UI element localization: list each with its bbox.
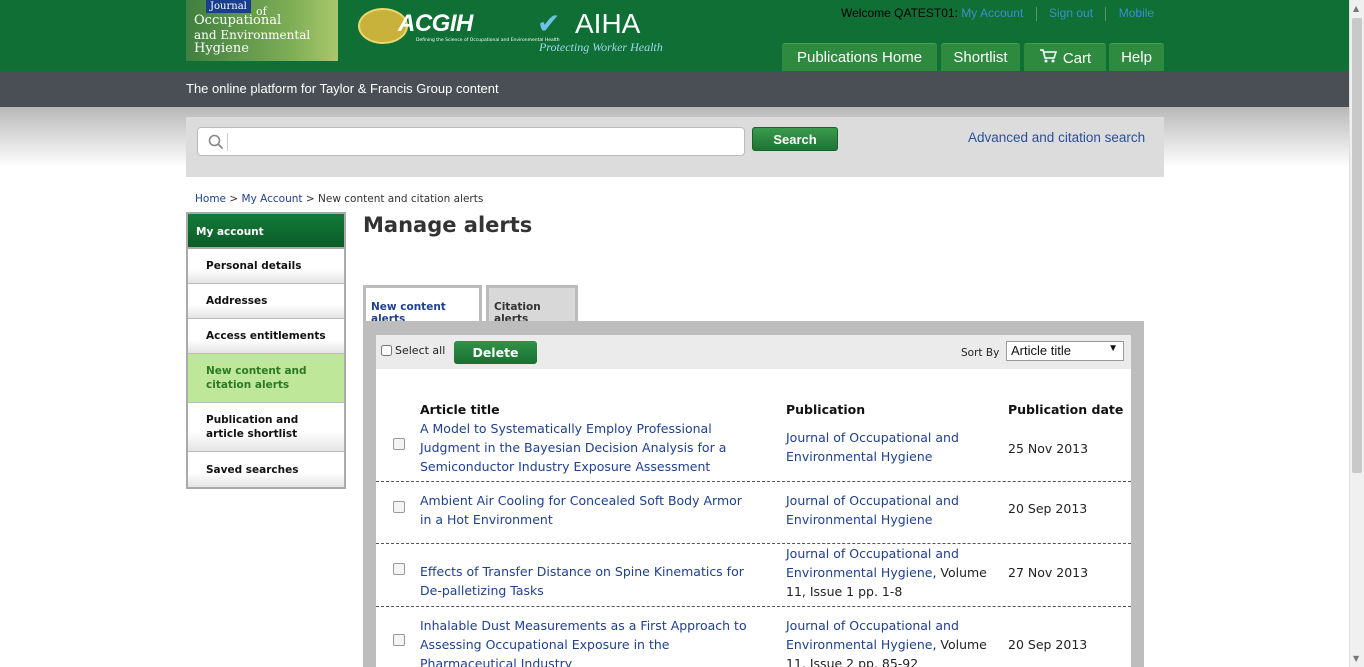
search-panel: Search Advanced and citation search [186, 117, 1164, 177]
welcome-text: Welcome QATEST01: [841, 6, 958, 20]
publication-link[interactable]: Journal of Occupational and Environmenta… [786, 491, 996, 529]
acgih-logo[interactable]: ACGIH Defining the Science of Occupation… [358, 8, 560, 50]
publication-link[interactable]: Journal of Occupational and Environmenta… [786, 428, 996, 466]
delete-button[interactable]: Delete [454, 341, 537, 364]
search-button[interactable]: Search [752, 127, 838, 151]
publication-date: 20 Sep 2013 [1008, 501, 1088, 516]
search-icon [204, 133, 228, 151]
divider [1035, 6, 1037, 21]
user-links: Welcome QATEST01: My Account Sign out Mo… [841, 6, 1154, 21]
account-sidebar: My account Personal details Addresses Ac… [186, 212, 346, 489]
publication-date: 27 Nov 2013 [1008, 565, 1089, 580]
header-bar: Journal of Occupational and Environmenta… [0, 0, 1364, 71]
sort-by-value: Article title [1011, 343, 1071, 358]
select-all-label: Select all [395, 344, 446, 357]
breadcrumb-separator: > [305, 193, 315, 205]
journal-logo-tag: Journal [206, 0, 251, 13]
aiha-logo[interactable]: ✔ AIHA Protecting Worker Health [537, 7, 667, 55]
advanced-search-link[interactable]: Advanced and citation search [968, 130, 1145, 145]
page-scrollbar[interactable]: ▲ ▼ [1349, 0, 1364, 667]
breadcrumb: Home > My Account > New content and cita… [195, 193, 483, 205]
row-checkbox[interactable] [393, 501, 405, 513]
breadcrumb-current: New content and citation alerts [318, 193, 484, 205]
journal-logo-line: and Environmental [194, 28, 311, 42]
nav-help[interactable]: Help [1109, 43, 1164, 71]
nav-publications-home[interactable]: Publications Home [782, 43, 937, 71]
table-row: A Model to Systematically Employ Profess… [376, 419, 1131, 482]
article-title-link[interactable]: Ambient Air Cooling for Concealed Soft B… [420, 491, 750, 529]
row-checkbox[interactable] [393, 563, 405, 575]
table-row: Effects of Transfer Distance on Spine Ki… [376, 544, 1131, 607]
journal-logo-line: Occupational [194, 13, 282, 28]
sidebar-item-saved-searches[interactable]: Saved searches [188, 452, 344, 487]
sort-by-label: Sort By [961, 347, 1000, 359]
alerts-table: Select all Delete Sort By Article title … [376, 335, 1131, 667]
sign-out-link[interactable]: Sign out [1049, 6, 1093, 20]
breadcrumb-home[interactable]: Home [195, 193, 226, 205]
table-row: Inhalable Dust Measurements as a First A… [376, 607, 1131, 667]
page-title: Manage alerts [363, 213, 533, 237]
row-checkbox[interactable] [393, 438, 405, 450]
scroll-down-icon[interactable]: ▼ [1353, 654, 1359, 663]
row-checkbox[interactable] [393, 634, 405, 646]
column-header-date[interactable]: Publication date [1008, 402, 1123, 417]
sidebar-item-access-entitlements[interactable]: Access entitlements [188, 319, 344, 354]
journal-logo[interactable]: Journal of Occupational and Environmenta… [186, 0, 338, 61]
nav-shortlist[interactable]: Shortlist [941, 43, 1020, 71]
publication-date: 25 Nov 2013 [1008, 441, 1089, 456]
table-row: Ambient Air Cooling for Concealed Soft B… [376, 482, 1131, 544]
breadcrumb-separator: > [229, 193, 239, 205]
aiha-logo-tagline: Protecting Worker Health [539, 40, 663, 54]
acgih-logo-name: ACGIH [398, 10, 473, 37]
column-header-title[interactable]: Article title [420, 402, 500, 417]
mobile-link[interactable]: Mobile [1119, 6, 1154, 20]
nav-cart[interactable]: Cart [1024, 43, 1106, 71]
search-input[interactable] [230, 130, 740, 153]
column-header-publication[interactable]: Publication [786, 402, 865, 417]
tagline-bar: The online platform for Taylor & Francis… [0, 71, 1364, 107]
nav-cart-label: Cart [1062, 50, 1092, 67]
journal-logo-line: Hygiene [194, 41, 249, 56]
select-all[interactable]: Select all [381, 344, 445, 357]
checkmark-icon: ✔ [537, 7, 561, 40]
divider [1105, 6, 1107, 21]
publication-date: 20 Sep 2013 [1008, 637, 1088, 652]
scroll-up-icon[interactable]: ▲ [1353, 4, 1359, 13]
publication-cell: Journal of Occupational and Environmenta… [786, 616, 996, 667]
tab-new-content-alerts[interactable]: New content alerts [363, 285, 482, 325]
sidebar-item-shortlist[interactable]: Publication and article shortlist [188, 403, 344, 452]
tab-citation-alerts[interactable]: Citation alerts [486, 285, 578, 325]
sidebar-item-personal-details[interactable]: Personal details [188, 249, 344, 284]
my-account-link[interactable]: My Account [961, 6, 1023, 20]
article-title-link[interactable]: A Model to Systematically Employ Profess… [420, 419, 750, 476]
article-title-link[interactable]: Effects of Transfer Distance on Spine Ki… [420, 562, 750, 600]
alerts-panel: Select all Delete Sort By Article title … [363, 321, 1144, 667]
search-box [197, 127, 745, 156]
alerts-toolbar: Select all Delete Sort By Article title … [376, 335, 1131, 369]
aiha-logo-name: AIHA [575, 8, 641, 39]
select-all-checkbox[interactable] [381, 345, 392, 356]
cart-icon [1039, 44, 1057, 72]
publication-cell: Journal of Occupational and Environmenta… [786, 544, 996, 601]
sort-by-select[interactable]: Article title ▼ [1006, 341, 1124, 361]
dropdown-arrow-icon: ▼ [1108, 343, 1118, 354]
sidebar-item-addresses[interactable]: Addresses [188, 284, 344, 319]
sidebar-item-alerts[interactable]: New content and citation alerts [188, 354, 344, 403]
article-title-link[interactable]: Inhalable Dust Measurements as a First A… [420, 616, 750, 667]
scrollbar-thumb[interactable] [1352, 18, 1362, 473]
sidebar-heading: My account [188, 214, 344, 249]
tagline: The online platform for Taylor & Francis… [186, 81, 499, 96]
breadcrumb-account[interactable]: My Account [242, 193, 303, 205]
